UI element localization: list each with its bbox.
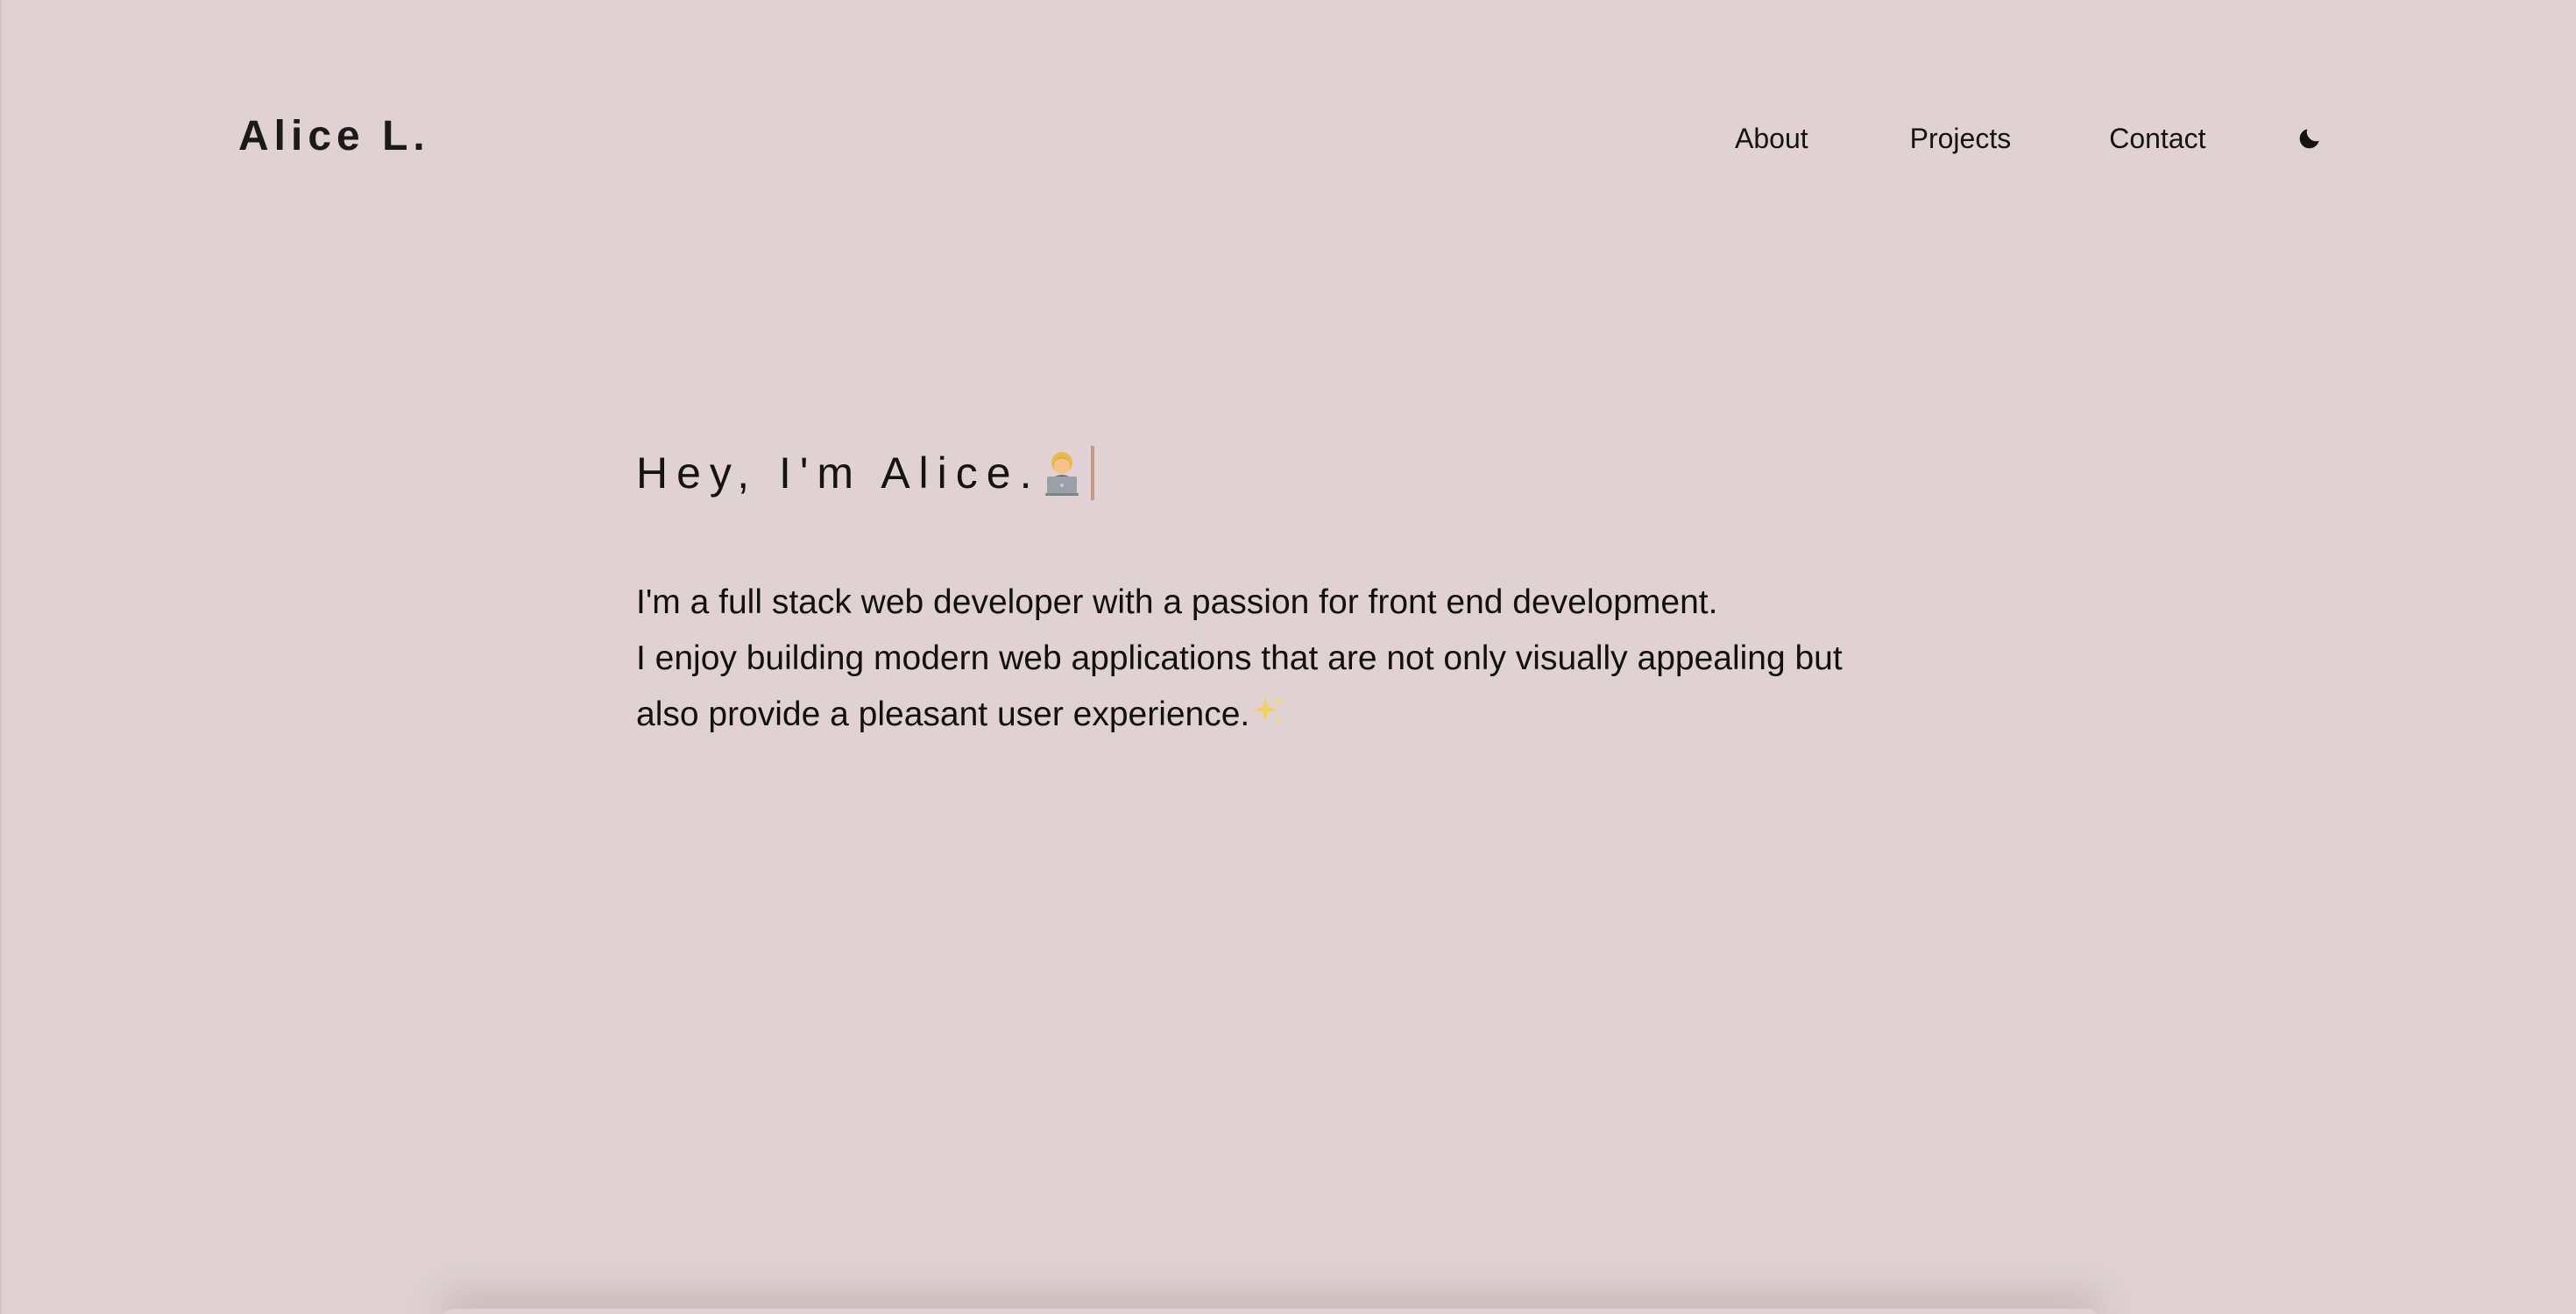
nav-link-projects[interactable]: Projects [1910, 119, 2012, 158]
site-header: Alice L. About Projects Contact [0, 0, 2576, 280]
bio-line-3-wrapper: also provide a pleasant user experience. [636, 687, 1950, 743]
typing-caret [1091, 446, 1095, 500]
site-logo[interactable]: Alice L. [238, 110, 430, 163]
hero-section: Hey, I'm Alice. I'm a full stack web dev… [636, 438, 1950, 743]
main-nav: About Projects Contact [1735, 119, 2329, 158]
woman-technologist-icon [1042, 449, 1082, 497]
sparkles-icon [1251, 694, 1286, 729]
theme-toggle-button[interactable] [2290, 119, 2329, 158]
nav-link-about[interactable]: About [1735, 119, 1808, 158]
content-card-edge [438, 1309, 2103, 1314]
bio-line-3: also provide a pleasant user experience. [636, 696, 1250, 733]
page: Alice L. About Projects Contact Hey, I'm… [0, 0, 2576, 1314]
bio-line-1: I'm a full stack web developer with a pa… [636, 583, 1718, 621]
greeting-heading: Hey, I'm Alice. [636, 438, 1950, 508]
moon-icon [2296, 125, 2323, 152]
bio-line-2: I enjoy building modern web applications… [636, 639, 1843, 677]
greeting-text: Hey, I'm Alice. [636, 449, 1041, 498]
nav-link-contact[interactable]: Contact [2109, 119, 2205, 158]
bio-paragraph: I'm a full stack web developer with a pa… [636, 575, 1950, 743]
